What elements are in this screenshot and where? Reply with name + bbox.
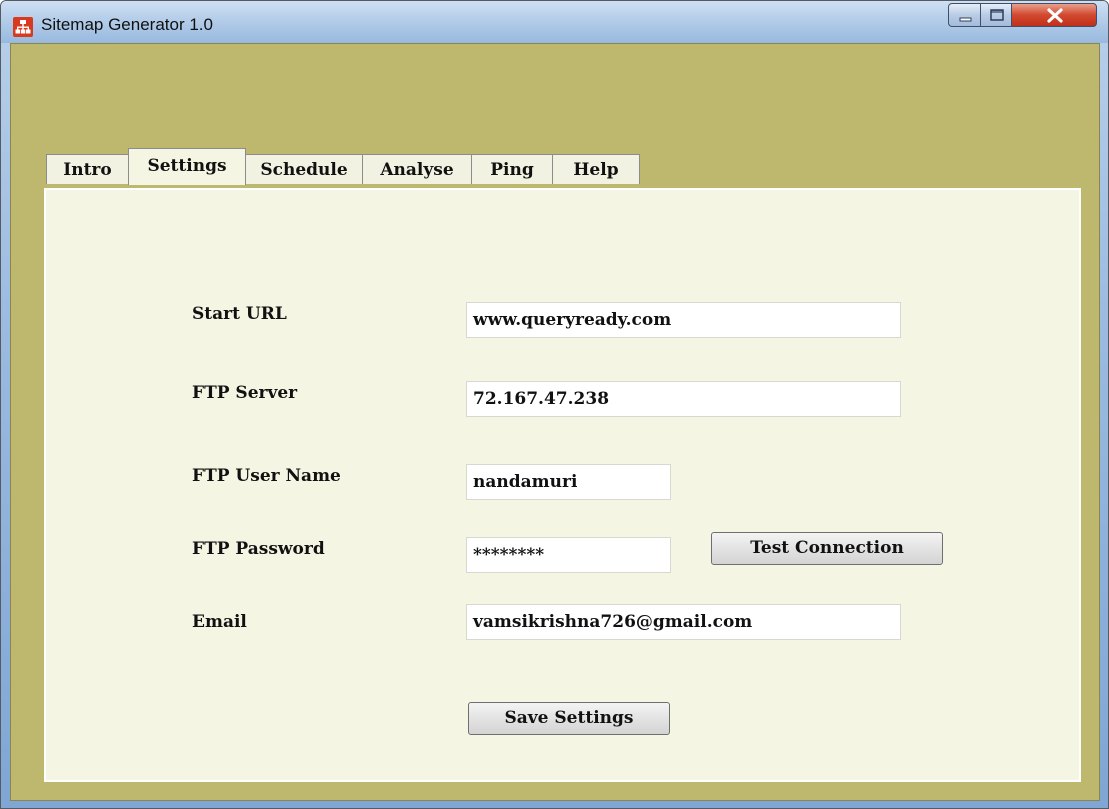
ftp-server-label: FTP Server: [192, 383, 298, 403]
title-bar[interactable]: Sitemap Generator 1.0: [1, 1, 1108, 43]
tab-ping[interactable]: Ping: [471, 154, 553, 184]
tab-schedule[interactable]: Schedule: [245, 154, 363, 184]
ftp-user-name-input[interactable]: nandamuri: [466, 464, 671, 500]
email-label: Email: [192, 612, 247, 632]
tab-help[interactable]: Help: [552, 154, 640, 184]
minimize-icon: [959, 17, 972, 22]
email-input[interactable]: vamsikrishna726@gmail.com: [466, 604, 901, 640]
maximize-icon: [990, 9, 1004, 21]
window-title: Sitemap Generator 1.0: [41, 15, 213, 34]
client-area: Intro Settings Schedule Analyse Ping Hel…: [10, 43, 1100, 801]
maximize-button[interactable]: [980, 3, 1012, 27]
sitemap-icon: [13, 17, 33, 37]
ftp-user-name-label: FTP User Name: [192, 466, 341, 486]
tab-analyse[interactable]: Analyse: [362, 154, 472, 184]
close-button[interactable]: [1011, 3, 1097, 27]
save-settings-button[interactable]: Save Settings: [468, 702, 670, 735]
minimize-button[interactable]: [948, 3, 981, 27]
app-window: Sitemap Generator 1.0 Intro Settings Sch…: [0, 0, 1109, 809]
start-url-input[interactable]: www.queryready.com: [466, 302, 901, 338]
settings-panel: Start URL www.queryready.com FTP Server …: [44, 188, 1081, 782]
ftp-server-input[interactable]: 72.167.47.238: [466, 381, 901, 417]
tab-intro[interactable]: Intro: [46, 154, 129, 184]
close-icon: [1047, 8, 1063, 23]
ftp-password-input[interactable]: ********: [466, 537, 671, 573]
test-connection-button[interactable]: Test Connection: [711, 532, 943, 565]
tab-settings[interactable]: Settings: [128, 148, 246, 185]
ftp-password-label: FTP Password: [192, 539, 325, 559]
start-url-label: Start URL: [192, 304, 287, 324]
